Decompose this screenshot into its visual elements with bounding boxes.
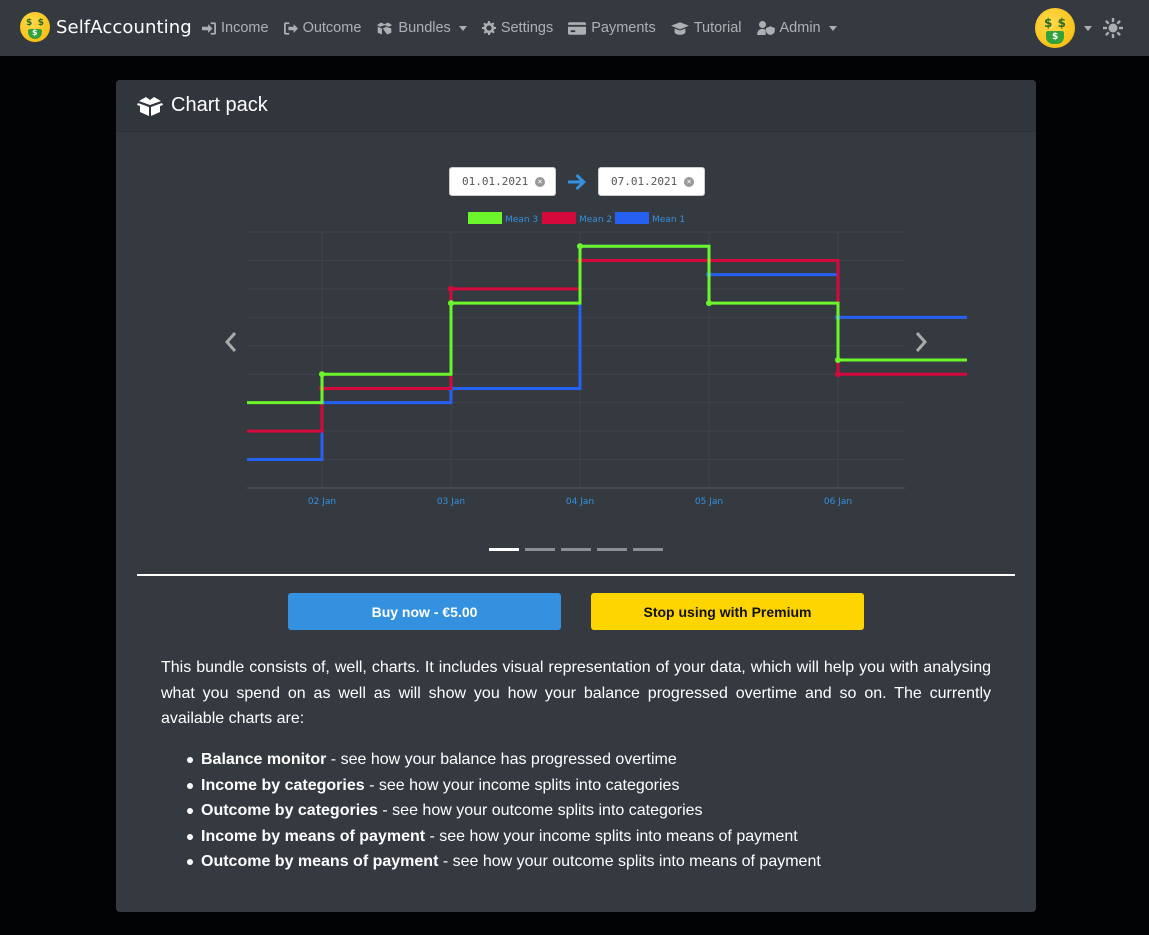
x-tick-label: 04 Jan [566, 497, 594, 507]
feature-text: - see how your outcome splits into means… [438, 853, 821, 870]
data-point [577, 243, 583, 250]
carousel-indicator[interactable] [633, 548, 663, 551]
carousel-indicator[interactable] [525, 548, 555, 551]
divider [137, 574, 1015, 576]
brand[interactable]: $$ SelfAccounting [20, 12, 192, 42]
sign-in-icon [202, 21, 216, 35]
data-point [448, 300, 454, 307]
chevron-down-icon [828, 25, 837, 31]
nav-payments[interactable]: Payments [568, 18, 656, 38]
box-open-icon [137, 96, 163, 116]
chevron-down-icon [1084, 25, 1092, 31]
feature-item: Income by means of payment - see how you… [187, 824, 821, 850]
x-tick-label: 06 Jan [824, 497, 852, 507]
nav-admin-label: Admin [779, 20, 821, 36]
user-avatar: $ $ [1035, 8, 1075, 48]
bundle-card: Chart pack 02 Jan 03 Jan 04 Jan 05 Jan 06 Ja… [116, 80, 1036, 912]
carousel-indicators [489, 548, 663, 551]
card-header: Chart pack [116, 80, 1036, 132]
stop-using-premium-button[interactable]: Stop using with Premium [591, 593, 864, 630]
sign-out-icon [283, 21, 298, 35]
gear-icon [481, 21, 496, 35]
date-from-value: 01.01.2021 [462, 175, 529, 188]
chart-carousel: 02 Jan 03 Jan 04 Jan 05 Jan 06 Jan Mean 3 Mean… [137, 144, 1015, 564]
navbar: $$ SelfAccounting Income Outcome Bundles… [0, 0, 1149, 56]
nav-payments-label: Payments [591, 20, 656, 36]
nav-bundles[interactable]: Bundles [376, 18, 467, 38]
boxes-icon [377, 22, 393, 34]
nav-tutorial-label: Tutorial [693, 20, 742, 36]
carousel-indicator[interactable] [597, 548, 627, 551]
card-title: Chart pack [171, 94, 268, 116]
data-point [706, 300, 712, 307]
feature-text: - see how your income splits into catego… [364, 776, 680, 794]
legend-swatch [468, 212, 502, 224]
chevron-left-icon [225, 332, 237, 352]
bundle-description: This bundle consists of, well, charts. I… [161, 659, 991, 727]
feature-name: Income by categories [201, 776, 365, 794]
feature-name: Outcome by categories [201, 802, 378, 819]
data-point [835, 371, 841, 378]
data-point [319, 371, 325, 378]
user-shield-icon [756, 21, 775, 35]
nav-admin[interactable]: Admin [756, 18, 837, 38]
carousel-next-button[interactable] [906, 322, 936, 362]
feature-item: Outcome by means of payment - see how yo… [187, 849, 821, 875]
feature-item: Outcome by categories - see how your out… [187, 798, 821, 824]
feature-text: - see how your outcome splits into categ… [377, 802, 703, 819]
series-line [247, 244, 967, 462]
buy-now-button[interactable]: Buy now - €5.00 [288, 593, 561, 630]
feature-name: Income by means of payment [201, 827, 426, 845]
nav-right: $ $ [1035, 8, 1124, 48]
main-nav: Income Outcome Bundles Settings Payments… [202, 18, 837, 38]
x-tick-label: 05 Jan [695, 497, 723, 507]
data-point [448, 285, 454, 292]
chevron-right-icon [915, 332, 927, 352]
series-line [247, 244, 967, 405]
graduation-cap-icon [670, 21, 689, 35]
feature-text: - see how your balance has progressed ov… [326, 751, 677, 768]
x-tick-label: 03 Jan [437, 497, 465, 507]
nav-bundles-label: Bundles [398, 20, 451, 36]
legend-swatch [615, 212, 649, 224]
feature-name: Balance monitor [201, 751, 327, 768]
feature-name: Outcome by means of payment [201, 853, 439, 870]
feature-item: Income by categories - see how your inco… [187, 773, 821, 799]
balance-step-chart: 02 Jan 03 Jan 04 Jan 05 Jan 06 Jan Mean 3 Mean… [247, 212, 967, 507]
feature-text: - see how your income splits into means … [425, 827, 798, 845]
feature-list: Balance monitor - see how your balance h… [187, 747, 821, 875]
user-menu-dropdown[interactable]: $ $ [1035, 8, 1092, 48]
date-from-input[interactable]: 01.01.2021 × [449, 167, 556, 196]
theme-toggle-sun-icon[interactable] [1102, 17, 1124, 39]
nav-tutorial[interactable]: Tutorial [670, 18, 742, 38]
nav-settings[interactable]: Settings [481, 18, 554, 38]
x-tick-label: 02 Jan [308, 497, 336, 507]
arrow-right-icon [568, 173, 586, 190]
money-mouth-face-icon: $ $ [20, 12, 50, 42]
carousel-prev-button[interactable] [216, 322, 246, 362]
clear-icon[interactable]: × [684, 176, 694, 187]
date-range: 01.01.2021 × 07.01.2021 × [449, 167, 705, 196]
clear-icon[interactable]: × [535, 176, 545, 187]
carousel-indicator[interactable] [561, 548, 591, 551]
date-to-input[interactable]: 07.01.2021 × [598, 167, 705, 196]
carousel-indicator[interactable] [489, 548, 519, 551]
nav-outcome[interactable]: Outcome [283, 18, 362, 38]
legend-label: Mean 2 [579, 215, 612, 225]
nav-income-label: Income [221, 20, 269, 36]
feature-item: Balance monitor - see how your balance h… [187, 747, 821, 773]
legend-label: Mean 1 [652, 215, 685, 225]
nav-income[interactable]: Income [202, 18, 269, 38]
credit-card-icon [568, 21, 587, 35]
nav-settings-label: Settings [500, 20, 554, 36]
chevron-down-icon [458, 25, 467, 31]
brand-name: SelfAccounting [56, 16, 192, 38]
date-to-value: 07.01.2021 [611, 175, 678, 188]
legend-swatch [542, 212, 576, 224]
data-point [835, 357, 841, 363]
nav-outcome-label: Outcome [302, 20, 362, 36]
legend-label: Mean 3 [505, 215, 538, 225]
